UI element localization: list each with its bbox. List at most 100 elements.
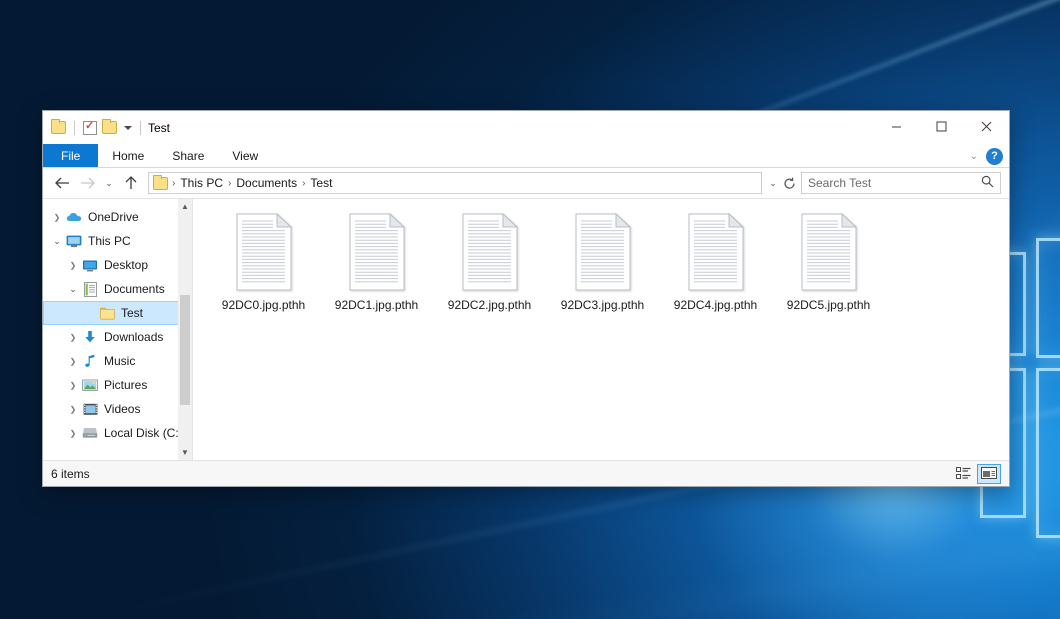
breadcrumb-separator[interactable]: › — [301, 178, 306, 189]
generic-document-icon — [685, 213, 747, 291]
tab-home[interactable]: Home — [98, 144, 158, 167]
file-name-label: 92DC5.jpg.pthh — [787, 298, 870, 312]
sidebar-item-this-pc[interactable]: ⌄ This PC — [43, 229, 192, 253]
breadcrumb-folder-icon — [153, 177, 168, 190]
file-name-label: 92DC4.jpg.pthh — [674, 298, 757, 312]
tab-file[interactable]: File — [43, 144, 98, 167]
documents-icon — [81, 282, 99, 297]
desktop: Test File Home Share View ⌄ ? — [0, 0, 1060, 619]
sidebar-item-label: This PC — [88, 234, 131, 248]
chevron-right-icon[interactable]: ❯ — [65, 357, 81, 366]
search-placeholder: Search Test — [808, 176, 981, 190]
tab-view[interactable]: View — [218, 144, 272, 167]
breadcrumb-separator[interactable]: › — [227, 178, 232, 189]
file-list[interactable]: 92DC0.jpg.pthh 92DC1.jpg.pthh92DC2.jpg.pt… — [193, 199, 1009, 460]
chevron-right-icon[interactable]: ❯ — [65, 381, 81, 390]
sidebar-item-label: Desktop — [104, 258, 148, 272]
file-item[interactable]: 92DC5.jpg.pthh — [772, 209, 885, 312]
divider — [140, 121, 141, 135]
search-icon[interactable] — [981, 175, 994, 191]
maximize-button[interactable] — [919, 111, 964, 141]
back-button[interactable] — [51, 172, 73, 194]
divider — [74, 121, 75, 135]
chevron-right-icon[interactable]: ❯ — [49, 213, 65, 222]
generic-document-icon — [572, 213, 634, 291]
navigation-pane: ❯OneDrive⌄This PC❯Desktop⌄DocumentsTest❯… — [43, 199, 193, 460]
new-folder-icon[interactable] — [102, 121, 117, 134]
previous-locations-button[interactable]: ⌄ — [765, 172, 781, 194]
sidebar-item-documents[interactable]: ⌄ Documents — [43, 277, 192, 301]
monitor-icon — [65, 235, 83, 248]
recent-locations-button[interactable]: ⌄ — [101, 172, 117, 194]
sidebar-item-label: Music — [104, 354, 135, 368]
window-controls — [874, 111, 1009, 141]
ribbon-right-controls: ⌄ ? — [970, 144, 1003, 168]
file-name-label: 92DC0.jpg.pthh — [222, 298, 305, 312]
ribbon-tab-strip: File Home Share View ⌄ ? — [43, 144, 1009, 168]
scroll-down-icon[interactable]: ▼ — [181, 445, 189, 460]
chevron-right-icon[interactable]: ❯ — [65, 429, 81, 438]
folder-icon[interactable] — [51, 121, 66, 134]
window-title: Test — [148, 121, 170, 135]
sidebar-item-test[interactable]: Test — [43, 301, 192, 325]
search-input[interactable]: Search Test — [801, 172, 1001, 194]
file-item[interactable]: 92DC4.jpg.pthh — [659, 209, 772, 312]
file-name-label: 92DC3.jpg.pthh — [561, 298, 644, 312]
sidebar-item-label: Pictures — [104, 378, 147, 392]
breadcrumb-item-test[interactable]: Test — [307, 176, 335, 190]
chevron-right-icon[interactable]: ❯ — [65, 405, 81, 414]
desktop-icon — [81, 259, 99, 272]
file-item[interactable]: 92DC1.jpg.pthh — [320, 209, 433, 312]
file-explorer-window: Test File Home Share View ⌄ ? — [42, 110, 1010, 487]
properties-icon[interactable] — [83, 121, 97, 135]
download-icon — [81, 330, 99, 344]
file-item[interactable]: 92DC2.jpg.pthh — [433, 209, 546, 312]
chevron-down-icon[interactable]: ⌄ — [49, 236, 65, 247]
breadcrumb[interactable]: › This PC › Documents › Test — [148, 172, 762, 194]
up-button[interactable] — [120, 172, 142, 194]
forward-button[interactable] — [76, 172, 98, 194]
breadcrumb-item-documents[interactable]: Documents — [233, 176, 300, 190]
chevron-down-icon[interactable]: ⌄ — [65, 284, 81, 295]
sidebar-item-downloads[interactable]: ❯ Downloads — [43, 325, 192, 349]
sidebar-item-videos[interactable]: ❯ Videos — [43, 397, 192, 421]
chevron-right-icon[interactable]: ❯ — [65, 333, 81, 342]
sidebar-item-onedrive[interactable]: ❯OneDrive — [43, 205, 192, 229]
customize-caret-icon[interactable] — [124, 126, 132, 130]
pictures-icon — [81, 379, 99, 392]
breadcrumb-item-this-pc[interactable]: This PC — [177, 176, 226, 190]
window-body: ❯OneDrive⌄This PC❯Desktop⌄DocumentsTest❯… — [43, 198, 1009, 460]
sidebar-item-label: Downloads — [104, 330, 163, 344]
sidebar-item-local-disk-c[interactable]: ❯Local Disk (C:) — [43, 421, 192, 445]
details-view-button[interactable] — [951, 464, 975, 484]
chevron-right-icon[interactable]: ❯ — [65, 261, 81, 270]
music-icon — [81, 354, 99, 368]
file-item[interactable]: 92DC0.jpg.pthh — [207, 209, 320, 312]
breadcrumb-separator[interactable]: › — [171, 178, 176, 189]
help-icon[interactable]: ? — [986, 148, 1003, 165]
refresh-icon[interactable] — [781, 172, 797, 194]
generic-document-icon — [233, 213, 295, 291]
sidebar-item-desktop[interactable]: ❯ Desktop — [43, 253, 192, 277]
file-item[interactable]: 92DC3.jpg.pthh — [546, 209, 659, 312]
folder-icon — [98, 307, 116, 320]
close-button[interactable] — [964, 111, 1009, 141]
scrollbar-thumb[interactable] — [180, 295, 190, 405]
windows-logo-pane — [1036, 238, 1060, 358]
sidebar-item-label: Videos — [104, 402, 140, 416]
item-count-label: 6 items — [51, 467, 90, 481]
drive-icon — [81, 427, 99, 439]
minimize-button[interactable] — [874, 111, 919, 141]
chevron-down-icon[interactable]: ⌄ — [970, 151, 978, 162]
sidebar-item-label: Documents — [104, 282, 165, 296]
generic-document-icon — [346, 213, 408, 291]
large-icons-view-button[interactable] — [977, 464, 1001, 484]
address-bar-right: ⌄ Search Test — [765, 172, 1001, 194]
sidebar-item-pictures[interactable]: ❯ Pictures — [43, 373, 192, 397]
scroll-up-icon[interactable]: ▲ — [181, 199, 189, 214]
title-bar: Test — [43, 111, 1009, 144]
tab-share[interactable]: Share — [158, 144, 218, 167]
sidebar-scrollbar[interactable]: ▲ ▼ — [178, 199, 192, 460]
status-bar: 6 items — [43, 460, 1009, 486]
sidebar-item-music[interactable]: ❯ Music — [43, 349, 192, 373]
